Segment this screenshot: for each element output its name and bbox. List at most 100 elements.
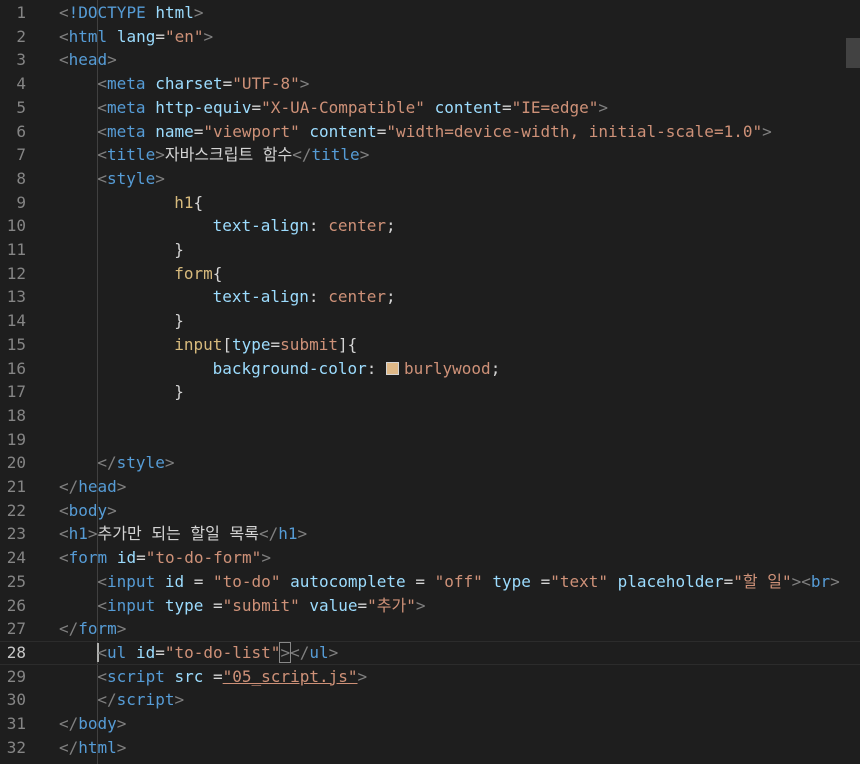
code-line[interactable]: 3 <head> <box>0 48 860 72</box>
code-token: input <box>107 595 156 615</box>
line-number: 24 <box>6 548 26 568</box>
code-token: > <box>107 50 117 70</box>
code-token: < <box>59 50 69 70</box>
code-token: html <box>78 737 117 757</box>
code-token: h1 <box>68 524 88 544</box>
code-line[interactable]: 18 <box>0 404 860 428</box>
code-line[interactable]: 21 </head> <box>0 475 860 499</box>
code-token: > <box>791 571 802 591</box>
line-number: 20 <box>6 453 26 473</box>
code-text: <form id="to-do-form"> <box>59 546 271 570</box>
code-token: < <box>97 666 108 686</box>
code-line[interactable]: 12 form{ <box>0 262 860 286</box>
code-line[interactable]: 5 <meta http-equiv="X-UA-Compatible" cont… <box>0 96 860 120</box>
code-token: id <box>164 571 185 591</box>
code-token: < <box>97 74 108 94</box>
code-line[interactable]: 14} <box>0 309 860 333</box>
color-swatch[interactable] <box>385 361 399 375</box>
code-line[interactable]: 24 <form id="to-do-form"> <box>0 546 860 570</box>
code-token: < <box>97 168 108 188</box>
line-number: 7 <box>16 145 26 165</box>
code-line[interactable]: 31 </body> <box>0 712 860 736</box>
code-token: </ <box>292 145 312 165</box>
code-line[interactable]: 8 <style> <box>0 167 860 191</box>
code-line[interactable]: 7 <title>자바스크립트 함수</title> <box>0 143 860 167</box>
code-token: </ <box>97 453 117 473</box>
code-token: value <box>309 595 358 615</box>
code-token: ; <box>490 358 501 378</box>
matched-bracket: > <box>279 641 292 663</box>
code-line[interactable]: 10 text-align: center; <box>0 214 860 238</box>
code-token: html <box>68 26 108 46</box>
code-token: > <box>193 3 204 22</box>
code-token: = <box>136 548 146 568</box>
code-token: = <box>155 642 165 662</box>
code-token: > <box>328 642 339 662</box>
code-text: <meta charset="UTF-8"> <box>97 72 309 96</box>
code-token: = <box>193 121 204 141</box>
code-token: center <box>328 216 386 236</box>
code-line[interactable]: 13 text-align: center; <box>0 285 860 309</box>
code-token: "UTF-8" <box>232 74 300 94</box>
code-text: <style> <box>97 167 164 191</box>
code-token: script <box>107 666 165 686</box>
code-token: meta <box>107 97 146 117</box>
code-token: = <box>203 666 223 686</box>
code-line[interactable]: 22 <body> <box>0 499 860 523</box>
code-line[interactable]: 11} <box>0 238 860 262</box>
code-token: > <box>155 168 165 188</box>
code-editor[interactable]: 1 <!DOCTYPE html> 2 <html lang="en"> 3 <head>… <box>0 0 860 764</box>
code-line[interactable]: 29 <script src ="05_script.js"> <box>0 665 860 689</box>
line-number: 22 <box>6 500 26 520</box>
code-text: </html> <box>59 736 126 760</box>
code-token: = <box>530 571 551 591</box>
code-text: </head> <box>59 475 126 499</box>
code-token: ul <box>309 642 329 662</box>
code-line[interactable]: 20 </style> <box>0 451 860 475</box>
code-token: center <box>328 287 386 307</box>
code-token: > <box>116 714 127 733</box>
code-line[interactable]: 27 </form> <box>0 617 860 641</box>
code-line[interactable]: 26 <input type ="submit" value="추가"> <box>0 594 860 618</box>
code-text: </form> <box>59 617 126 641</box>
line-number: 19 <box>6 429 26 449</box>
code-line[interactable]: 30 </script> <box>0 688 860 712</box>
code-token: http-equiv <box>155 97 252 117</box>
code-token: </ <box>59 714 79 733</box>
code-token: "할 일" <box>733 571 792 591</box>
code-token: autocomplete <box>290 571 406 591</box>
code-line[interactable]: 2 <html lang="en"> <box>0 25 860 49</box>
code-line[interactable]: 23 <h1>추가만 되는 할일 목록</h1> <box>0 522 860 546</box>
code-line[interactable]: 15 input[type=submit]{ <box>0 333 860 357</box>
line-number: 25 <box>6 571 26 591</box>
code-line[interactable]: 16 background-color: burlywood; <box>0 357 860 381</box>
line-number: 1 <box>16 3 26 22</box>
code-line[interactable]: 4 <meta charset="UTF-8"> <box>0 72 860 96</box>
code-token: < <box>801 571 811 591</box>
code-line[interactable]: 6 <meta name="viewport" content="width=de… <box>0 120 860 144</box>
code-token: 자바스크립트 함수 <box>164 145 293 165</box>
code-token: } <box>174 311 184 331</box>
code-token: < <box>97 121 108 141</box>
code-token: content <box>309 121 377 141</box>
code-text: text-align: center; <box>213 214 396 238</box>
code-token: </ <box>59 477 79 496</box>
code-line[interactable]: 1 <!DOCTYPE html> <box>0 1 860 25</box>
code-token: "to-do-list" <box>164 642 281 662</box>
line-number: 27 <box>6 619 26 639</box>
code-line[interactable]: 32 </html> <box>0 736 860 760</box>
code-token: < <box>59 524 69 544</box>
code-line[interactable]: 17} <box>0 380 860 404</box>
file-link[interactable]: "05_script.js" <box>223 667 358 686</box>
code-token: ; <box>385 287 396 307</box>
code-line[interactable]: 19 <box>0 428 860 452</box>
code-line[interactable]: 9 h1{ <box>0 191 860 215</box>
code-line[interactable]: 25 <input id = "to-do" autocomplete = "of… <box>0 570 860 594</box>
code-token: br <box>810 571 831 591</box>
code-text: <title>자바스크립트 함수</title> <box>97 143 369 167</box>
code-line[interactable]: 28 <ul id="to-do-list"></ul> <box>0 641 860 665</box>
